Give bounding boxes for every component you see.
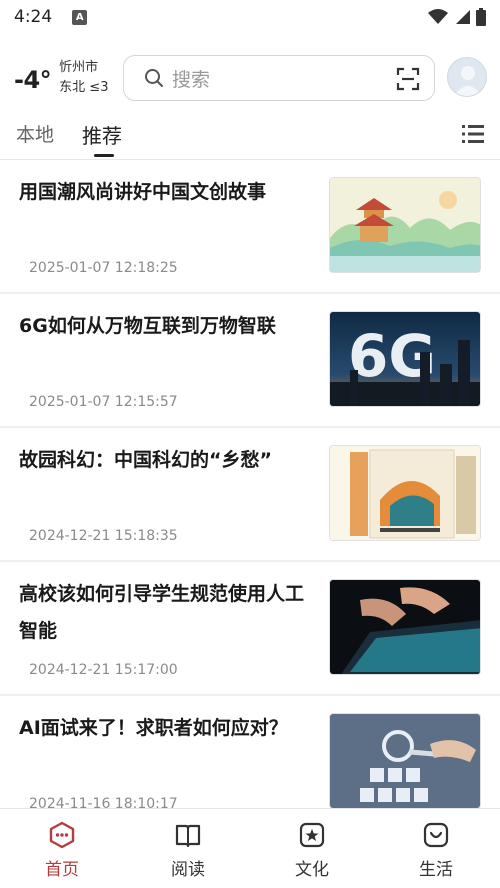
news-title: AI面试来了！求职者如何应对？ <box>19 717 288 739</box>
home-icon <box>49 821 75 849</box>
wind-info: 东北 ≤3 <box>59 80 109 95</box>
news-card[interactable]: 用国潮风尚讲好中国文创故事 2025-01-07 12:18:25 <box>0 160 500 292</box>
sci-fi-books-image <box>330 446 480 540</box>
avatar[interactable] <box>447 57 487 97</box>
nav-home[interactable]: 首页 <box>22 821 102 880</box>
news-card[interactable]: 故园科幻：中国科幻的“乡愁” 2024-12-21 15:18:35 <box>0 428 500 560</box>
nav-culture[interactable]: 文化 <box>272 821 352 880</box>
search-icon <box>145 69 163 87</box>
news-time: 2024-12-21 15:18:35 <box>29 528 178 544</box>
header: -4° 忻州市 东北 ≤3 搜索 <box>0 48 500 108</box>
news-card[interactable]: 6G如何从万物互联到万物智联 2025-01-07 12:15:57 6G <box>0 294 500 426</box>
user-avatar-icon <box>454 66 482 96</box>
city-name: 忻州市 <box>59 60 99 75</box>
notification-a-icon: A <box>72 9 88 25</box>
keyboard-hands-image <box>330 580 480 674</box>
menu-list-icon[interactable] <box>462 124 484 144</box>
scan-icon[interactable] <box>396 67 420 91</box>
weather-widget[interactable]: -4° 忻州市 东北 ≤3 <box>14 58 108 98</box>
news-thumbnail: 6G <box>329 311 481 407</box>
news-thumbnail <box>329 579 481 675</box>
status-time: 4:24 <box>14 7 53 27</box>
news-title: 故园科幻：中国科幻的“乡愁” <box>19 449 272 471</box>
search-input[interactable]: 搜索 <box>123 55 435 101</box>
news-time: 2024-12-21 15:17:00 <box>29 662 178 678</box>
news-feed[interactable]: 用国潮风尚讲好中国文创故事 2025-01-07 12:18:25 6G如何从万… <box>0 160 500 808</box>
nav-life[interactable]: 生活 <box>396 821 476 880</box>
status-bar: 4:24 A <box>0 0 500 34</box>
news-time: 2025-01-07 12:18:25 <box>29 260 178 276</box>
news-time: 2024-11-16 18:10:17 <box>29 796 178 808</box>
news-title: 6G如何从万物互联到万物智联 <box>19 315 276 337</box>
book-icon <box>175 824 201 848</box>
news-thumbnail <box>329 445 481 541</box>
news-thumbnail <box>329 177 481 273</box>
news-time: 2025-01-07 12:15:57 <box>29 394 178 410</box>
news-title: 高校该如何引导学生规范使用人工智能 <box>19 583 305 642</box>
nav-reading-label: 阅读 <box>171 860 205 880</box>
wifi-icon <box>428 9 448 24</box>
signal-icon <box>456 10 470 24</box>
news-thumbnail <box>329 713 481 808</box>
status-icons <box>428 8 486 26</box>
pavilion-landscape-image <box>330 178 480 272</box>
nav-reading[interactable]: 阅读 <box>148 821 228 880</box>
nav-home-label: 首页 <box>45 860 79 880</box>
tab-local[interactable]: 本地 <box>16 120 54 147</box>
news-card[interactable]: AI面试来了！求职者如何应对？ 2024-11-16 18:10:17 <box>0 696 500 808</box>
active-tab-indicator <box>94 154 114 157</box>
nav-life-label: 生活 <box>419 860 453 880</box>
temperature: -4° <box>14 66 52 94</box>
bottom-navigation: 首页 阅读 文化 生活 <box>0 808 500 888</box>
category-tabs: 本地 推荐 <box>0 110 500 160</box>
ai-interview-image <box>330 714 480 808</box>
search-placeholder: 搜索 <box>172 68 211 91</box>
weather-location: 忻州市 东北 ≤3 <box>59 58 108 98</box>
6g-city-image: 6G <box>330 312 480 406</box>
tab-recommended[interactable]: 推荐 <box>82 120 122 149</box>
news-title: 用国潮风尚讲好中国文创故事 <box>19 181 267 203</box>
smile-bag-icon <box>423 822 449 848</box>
news-card[interactable]: 高校该如何引导学生规范使用人工智能 2024-12-21 15:17:00 <box>0 562 500 694</box>
battery-icon <box>476 8 486 26</box>
star-badge-icon <box>299 822 325 848</box>
nav-culture-label: 文化 <box>295 860 329 880</box>
